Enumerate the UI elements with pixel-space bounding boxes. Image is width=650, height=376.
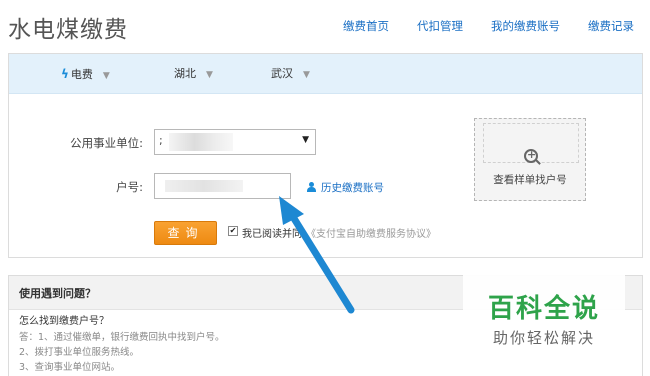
top-nav: 缴费首页 代扣管理 我的缴费账号 缴费记录	[315, 18, 634, 34]
watermark-logo: 百科全说 助你轻松解决	[463, 274, 625, 352]
nav-home[interactable]: 缴费首页	[343, 18, 389, 34]
history-accounts-link[interactable]: 历史缴费账号	[307, 180, 384, 195]
chevron-down-icon: ▼	[206, 70, 213, 80]
unit-label: 公用事业单位:	[70, 136, 143, 150]
unit-select[interactable]: ; ▼	[154, 129, 316, 155]
help-answer: 3、查询事业单位网站。	[19, 362, 121, 373]
sample-bill-label: 查看样单找户号	[493, 174, 567, 186]
city-label: 武汉	[271, 67, 293, 80]
help-answer: 答：1、通过催缴单，银行缴费回执中找到户号。	[19, 332, 225, 343]
sample-bill-box[interactable]: + 查看样单找户号	[474, 118, 586, 201]
city-dropdown[interactable]: 武汉 ▼	[271, 54, 310, 94]
help-answer: 2、拨打事业单位服务热线。	[19, 347, 140, 358]
nav-my-accounts[interactable]: 我的缴费账号	[491, 18, 560, 34]
type-dropdown[interactable]: ϟ 电费 ▼	[61, 54, 110, 94]
help-question: 怎么找到缴费户号？	[19, 316, 109, 327]
zoom-in-icon: +	[524, 148, 538, 163]
blurred-value	[165, 180, 243, 192]
filter-bar: ϟ 电费 ▼ 湖北 ▼ 武汉 ▼	[9, 54, 642, 94]
account-number-input[interactable]	[154, 173, 291, 199]
nav-auto-debit[interactable]: 代扣管理	[417, 18, 463, 34]
province-dropdown[interactable]: 湖北 ▼	[174, 54, 213, 94]
user-icon	[307, 182, 316, 192]
blurred-value	[169, 133, 233, 151]
agree-checkbox[interactable]: ✔	[228, 226, 238, 236]
history-link-label: 历史缴费账号	[321, 182, 384, 194]
province-label: 湖北	[174, 67, 196, 80]
watermark-subtitle: 助你轻松解决	[492, 329, 595, 347]
query-button[interactable]: 查询	[154, 221, 217, 245]
payment-form-panel: ϟ 电费 ▼ 湖北 ▼ 武汉 ▼ 公用事业单位: ; ▼ 户号: 历史缴费账号 查询 ✔…	[8, 53, 643, 258]
chevron-down-icon: ▼	[303, 70, 310, 80]
page-title: 水电煤缴费	[8, 17, 128, 43]
nav-records[interactable]: 缴费记录	[588, 18, 634, 34]
select-arrow-icon: ▼	[302, 135, 309, 145]
watermark-title: 百科全说	[487, 294, 600, 324]
agreement-link[interactable]: 《支付宝自助缴费服务协议》	[306, 225, 436, 240]
chevron-down-icon: ▼	[102, 71, 110, 81]
bolt-icon: ϟ	[61, 67, 69, 81]
account-label: 户号:	[116, 180, 143, 194]
agree-text: 我已阅读并同	[242, 229, 302, 240]
type-label: 电费	[70, 68, 93, 81]
